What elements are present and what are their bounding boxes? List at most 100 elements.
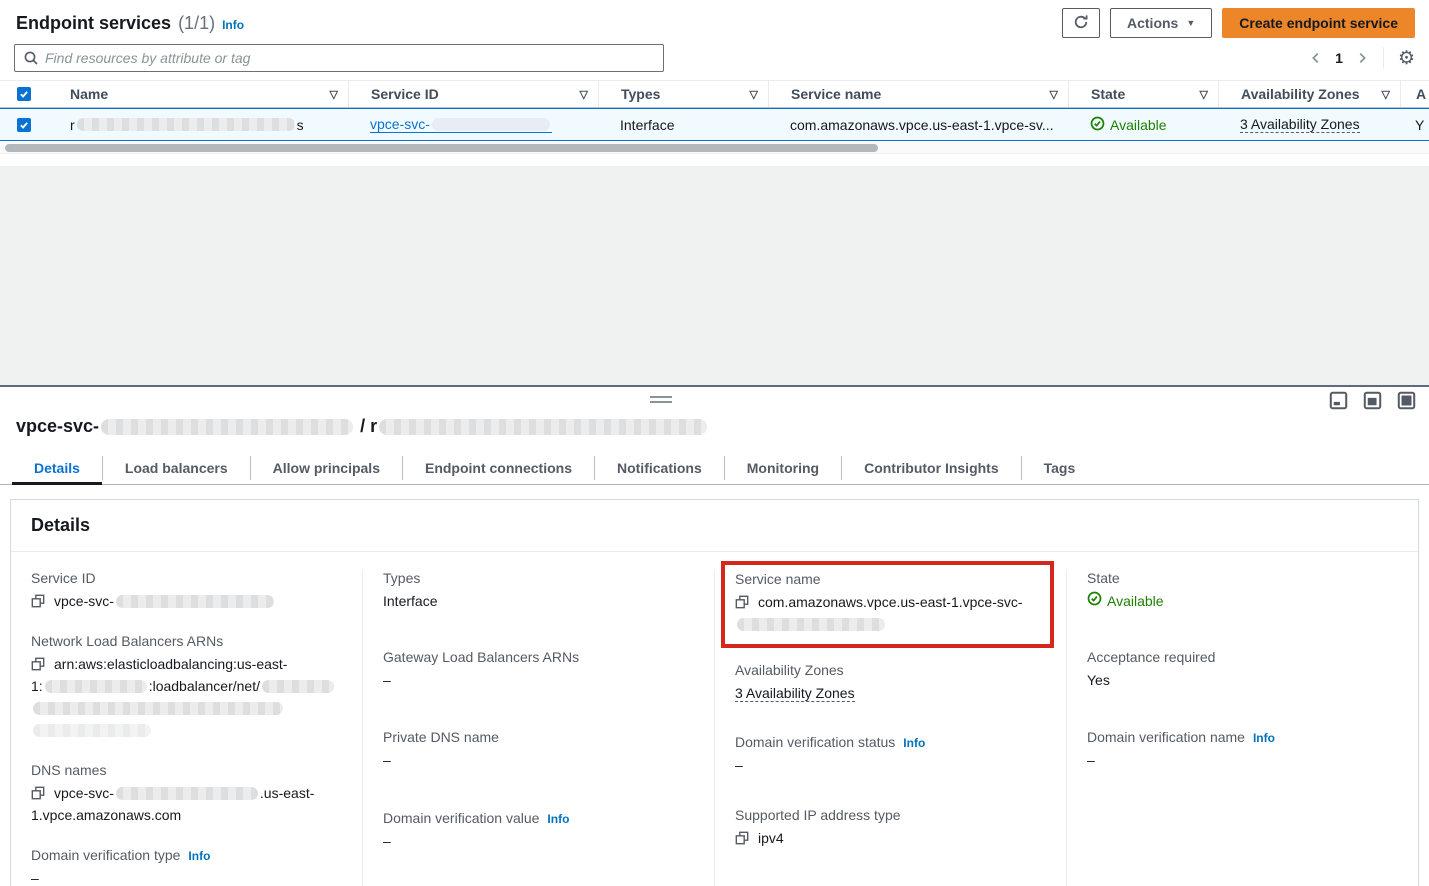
- panel-size-full-button[interactable]: [1397, 391, 1416, 413]
- copy-icon[interactable]: [31, 786, 45, 800]
- tab-details[interactable]: Details: [12, 452, 102, 484]
- filter-icon[interactable]: ▽: [330, 88, 338, 101]
- column-header-availability-zones[interactable]: Availability Zones ▽: [1218, 81, 1400, 107]
- redacted-text: [737, 618, 885, 631]
- availability-zones-link[interactable]: 3 Availability Zones: [1240, 116, 1360, 133]
- previous-page-button[interactable]: [1309, 51, 1323, 65]
- info-link[interactable]: Info: [188, 849, 210, 863]
- create-label: Create endpoint service: [1239, 15, 1398, 31]
- table-footer-space: [0, 154, 1429, 167]
- field-value: Interface: [383, 590, 694, 612]
- redacted-text: [116, 787, 258, 800]
- panel-size-medium-button[interactable]: [1363, 391, 1382, 413]
- status-available-icon: [1087, 590, 1102, 612]
- field-label: Service ID: [31, 570, 342, 586]
- refresh-button[interactable]: [1062, 8, 1100, 38]
- details-column-2: Types Interface Gateway Load Balancers A…: [362, 570, 714, 886]
- cell-types: Interface: [598, 109, 768, 140]
- page-title: Endpoint services: [16, 13, 171, 34]
- field-private-dns-name: Private DNS name –: [383, 729, 694, 771]
- info-link[interactable]: Info: [903, 736, 925, 750]
- copy-icon[interactable]: [31, 594, 45, 608]
- field-value: –: [383, 830, 694, 852]
- redacted-text: [432, 118, 550, 131]
- redacted-text: [262, 680, 334, 693]
- panel-drag-handle[interactable]: [650, 396, 672, 406]
- copy-icon[interactable]: [31, 657, 45, 671]
- cell-acceptance: Y: [1400, 109, 1429, 140]
- copy-icon[interactable]: [735, 595, 749, 609]
- cell-availability-zones: 3 Availability Zones: [1218, 109, 1400, 140]
- tab-load-balancers[interactable]: Load balancers: [103, 452, 250, 484]
- field-label: DNS names: [31, 762, 342, 778]
- column-header-service-name[interactable]: Service name ▽: [768, 81, 1068, 107]
- field-label: Acceptance required: [1087, 649, 1398, 665]
- field-value: com.amazonaws.vpce.us-east-1.vpce-svc-: [735, 591, 1040, 635]
- current-page[interactable]: 1: [1333, 50, 1345, 66]
- info-link[interactable]: Info: [222, 18, 244, 32]
- info-link[interactable]: Info: [547, 812, 569, 826]
- field-value: arn:aws:elasticloadbalancing:us-east- 1:…: [31, 653, 342, 741]
- scrollbar-thumb[interactable]: [5, 144, 878, 152]
- column-header-name[interactable]: Name ▽: [48, 81, 348, 107]
- field-domain-verification-status: Domain verification status Info –: [735, 734, 1046, 776]
- field-domain-verification-name: Domain verification name Info –: [1087, 729, 1398, 771]
- tab-monitoring[interactable]: Monitoring: [725, 452, 841, 484]
- filter-icon[interactable]: ▽: [1382, 88, 1390, 101]
- field-label: Domain verification name: [1087, 729, 1245, 745]
- redacted-text: [101, 419, 353, 435]
- cell-state: Available: [1068, 109, 1218, 140]
- split-panel: vpce-svc- / r Details Load balancers All…: [0, 385, 1429, 858]
- tab-notifications[interactable]: Notifications: [595, 452, 724, 484]
- column-header-service-id[interactable]: Service ID ▽: [348, 81, 598, 107]
- refresh-icon: [1073, 14, 1089, 33]
- field-value: –: [735, 754, 1046, 776]
- field-label: Availability Zones: [735, 662, 1046, 678]
- tab-allow-principals[interactable]: Allow principals: [251, 452, 402, 484]
- details-column-4: State Available Acceptance required Yes: [1066, 570, 1418, 886]
- field-value: vpce-svc-: [31, 590, 342, 612]
- endpoint-services-table: Name ▽ Service ID ▽ Types ▽ Service name…: [0, 80, 1429, 167]
- info-link[interactable]: Info: [1253, 731, 1275, 745]
- tab-endpoint-connections[interactable]: Endpoint connections: [403, 452, 594, 484]
- field-availability-zones: Availability Zones 3 Availability Zones: [735, 662, 1046, 704]
- select-all-checkbox[interactable]: [17, 87, 31, 101]
- table-row[interactable]: rs vpce-svc- Interface com.amazonaws.vpc…: [0, 108, 1429, 141]
- status-available-icon: [1090, 116, 1105, 134]
- tab-tags[interactable]: Tags: [1022, 452, 1098, 484]
- filter-icon[interactable]: ▽: [750, 88, 758, 101]
- field-types: Types Interface: [383, 570, 694, 612]
- field-value: –: [383, 669, 694, 691]
- redacted-text: [45, 680, 147, 693]
- next-page-button[interactable]: [1355, 51, 1369, 65]
- tab-contributor-insights[interactable]: Contributor Insights: [842, 452, 1021, 484]
- filter-icon[interactable]: ▽: [580, 88, 588, 101]
- field-value: vpce-svc-.us-east- 1.vpce.amazonaws.com: [31, 782, 342, 826]
- field-value: ipv4: [735, 827, 1046, 849]
- gear-icon[interactable]: ⚙: [1398, 49, 1415, 68]
- details-heading: Details: [11, 500, 1418, 552]
- page-header: Endpoint services (1/1) Info Actions ▼ C…: [0, 0, 1429, 42]
- field-service-name: Service name com.amazonaws.vpce.us-east-…: [735, 571, 1040, 635]
- page-background: [0, 167, 1429, 385]
- filter-bar: 1 ⚙: [0, 42, 1429, 80]
- field-label: Gateway Load Balancers ARNs: [383, 649, 694, 665]
- column-header-acceptance[interactable]: A: [1400, 81, 1429, 107]
- search-input[interactable]: [14, 44, 664, 72]
- filter-icon[interactable]: ▽: [1050, 88, 1058, 101]
- field-domain-verification-value: Domain verification value Info –: [383, 810, 694, 852]
- filter-icon[interactable]: ▽: [1200, 88, 1208, 101]
- panel-size-small-button[interactable]: [1329, 391, 1348, 413]
- field-value: –: [1087, 749, 1398, 771]
- column-header-types[interactable]: Types ▽: [598, 81, 768, 107]
- redacted-text: [379, 419, 707, 435]
- copy-icon[interactable]: [735, 831, 749, 845]
- actions-button[interactable]: Actions ▼: [1110, 8, 1212, 38]
- create-endpoint-service-button[interactable]: Create endpoint service: [1222, 8, 1415, 38]
- column-header-state[interactable]: State ▽: [1068, 81, 1218, 107]
- field-label: Network Load Balancers ARNs: [31, 633, 342, 649]
- service-id-link[interactable]: vpce-svc-: [370, 116, 552, 133]
- row-checkbox[interactable]: [17, 118, 31, 132]
- availability-zones-link[interactable]: 3 Availability Zones: [735, 685, 855, 702]
- horizontal-scrollbar[interactable]: [0, 142, 1429, 154]
